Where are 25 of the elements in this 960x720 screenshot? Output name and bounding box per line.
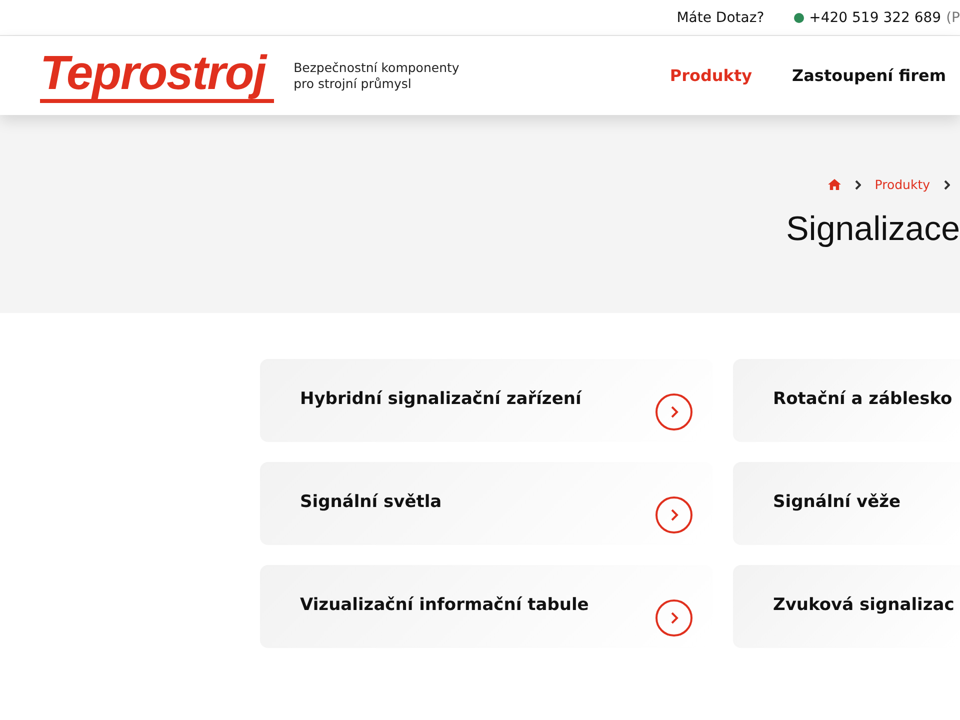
- contact-question: Máte Dotaz?: [676, 10, 764, 26]
- category-title: Signální světla: [300, 492, 442, 512]
- nav-link[interactable]: Produkty: [670, 66, 752, 85]
- category-card[interactable]: Rotační a záblesko: [733, 359, 960, 442]
- status-dot-icon: [794, 12, 804, 22]
- tagline: Bezpečnostní komponenty pro strojní průmysl: [294, 60, 460, 92]
- phone-note: (P: [946, 10, 960, 26]
- arrow-circle-icon[interactable]: [655, 393, 693, 431]
- category-title: Rotační a záblesko: [773, 389, 952, 409]
- breadcrumb-link[interactable]: Produkty: [874, 177, 930, 192]
- category-title: Signální věže: [773, 492, 901, 512]
- nav-link[interactable]: Zastoupení firem: [792, 66, 946, 85]
- category-title: Zvuková signalizac: [773, 595, 954, 615]
- phone-number[interactable]: +420 519 322 689: [809, 10, 942, 26]
- category-card[interactable]: Signální věže: [733, 462, 960, 545]
- home-icon[interactable]: [828, 179, 841, 190]
- category-card[interactable]: Zvuková signalizac: [733, 565, 960, 648]
- page-title: Signalizace: [786, 210, 960, 249]
- arrow-circle-icon[interactable]: [655, 496, 693, 534]
- arrow-circle-icon[interactable]: [655, 599, 693, 637]
- logo[interactable]: Teprostroj: [40, 48, 274, 102]
- category-title: Vizualizační informační tabule: [300, 595, 589, 615]
- chevron-icon: [944, 180, 950, 190]
- category-title: Hybridní signalizační zařízení: [300, 389, 582, 409]
- chevron-icon: [854, 180, 861, 190]
